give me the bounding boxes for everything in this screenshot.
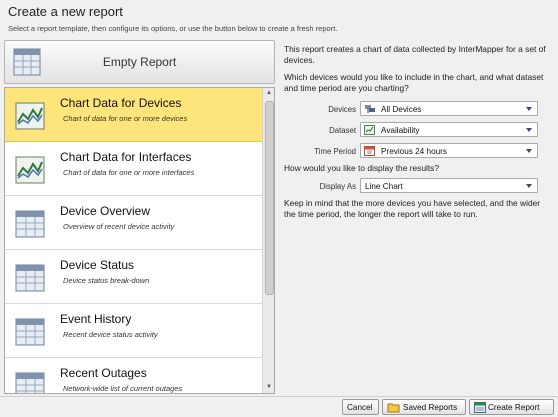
devices-label: Devices — [328, 105, 356, 114]
template-item-recent-outages[interactable]: Recent Outages Network-wide list of curr… — [5, 358, 262, 393]
template-list-scrollbar[interactable]: ▲ ▼ — [262, 88, 274, 393]
devices-field-row: Devices All Devices — [284, 101, 552, 116]
chevron-down-icon — [526, 149, 532, 153]
template-item-chart-interfaces[interactable]: Chart Data for Interfaces Chart of data … — [5, 142, 262, 196]
create-report-label: Create Report — [488, 403, 540, 412]
template-description: Chart of data for one or more interfaces — [63, 168, 195, 177]
template-name: Chart Data for Interfaces — [60, 150, 192, 164]
display-as-label: Display As — [319, 182, 356, 191]
empty-report-label: Empty Report — [102, 55, 177, 69]
question-devices-text: Which devices would you like to include … — [284, 72, 544, 93]
dataset-label: Dataset — [329, 126, 356, 135]
template-name: Recent Outages — [60, 366, 147, 380]
chevron-down-icon — [526, 184, 532, 188]
question-display-text: How would you like to display the result… — [284, 163, 440, 173]
dataset-value: Availability — [381, 126, 420, 135]
template-list[interactable]: Chart Data for Devices Chart of data for… — [4, 87, 275, 394]
saved-reports-label: Saved Reports — [403, 403, 458, 412]
display-as-select[interactable]: Line Chart — [360, 178, 538, 193]
dataset-icon — [364, 125, 376, 138]
devices-icon — [364, 104, 376, 117]
dataset-select[interactable]: Availability — [360, 122, 538, 137]
time-period-select[interactable]: Previous 24 hours — [360, 143, 538, 158]
scroll-up-arrow-icon[interactable]: ▲ — [263, 88, 274, 99]
cancel-label: Cancel — [347, 403, 373, 412]
template-description: Device status break-down — [63, 276, 150, 285]
template-description: Network-wide list of current outages — [63, 384, 183, 393]
scroll-down-arrow-icon[interactable]: ▼ — [263, 382, 274, 393]
grid-report-icon — [15, 264, 45, 297]
performance-note-text: Keep in mind that the more devices you h… — [284, 198, 541, 219]
chart-report-icon — [15, 156, 45, 189]
template-name: Chart Data for Devices — [60, 96, 182, 110]
grid-report-icon — [15, 210, 45, 243]
chart-report-icon — [15, 102, 45, 135]
calendar-icon — [364, 146, 376, 159]
report-intro-text: This report creates a chart of data coll… — [284, 44, 546, 65]
dataset-field-row: Dataset Availability — [284, 122, 552, 137]
chevron-down-icon — [526, 128, 532, 132]
template-description: Chart of data for one or more devices — [63, 114, 188, 123]
dialog-title: Create a new report — [8, 4, 123, 19]
dialog-subtitle: Select a report template, then configure… — [8, 24, 338, 33]
template-description: Recent device status activity — [63, 330, 158, 339]
time-period-label: Time Period — [314, 147, 356, 156]
template-name: Device Overview — [60, 204, 151, 218]
folder-icon — [387, 402, 400, 415]
template-item-device-overview[interactable]: Device Overview Overview of recent devic… — [5, 196, 262, 250]
template-name: Device Status — [60, 258, 135, 272]
dialog-button-bar: Cancel Saved Reports Create Report — [0, 396, 558, 417]
devices-value: All Devices — [381, 105, 422, 114]
display-as-value: Line Chart — [365, 182, 403, 191]
display-as-field-row: Display As Line Chart — [284, 178, 552, 193]
create-report-icon — [474, 402, 486, 415]
template-description: Overview of recent device activity — [63, 222, 175, 231]
devices-select[interactable]: All Devices — [360, 101, 538, 116]
template-item-event-history[interactable]: Event History Recent device status activ… — [5, 304, 262, 358]
template-name: Event History — [60, 312, 132, 326]
chevron-down-icon — [526, 107, 532, 111]
grid-report-icon — [15, 372, 45, 393]
time-period-field-row: Time Period Previous 24 hours — [284, 143, 552, 158]
grid-report-icon — [15, 318, 45, 351]
cancel-button[interactable]: Cancel — [342, 399, 379, 415]
saved-reports-button[interactable]: Saved Reports — [382, 399, 466, 415]
template-item-chart-devices[interactable]: Chart Data for Devices Chart of data for… — [5, 88, 262, 142]
time-period-value: Previous 24 hours — [381, 147, 447, 156]
scrollbar-thumb[interactable] — [265, 101, 274, 295]
empty-report-button[interactable]: Empty Report — [4, 40, 275, 84]
create-report-button[interactable]: Create Report — [469, 399, 554, 415]
template-item-device-status[interactable]: Device Status Device status break-down — [5, 250, 262, 304]
